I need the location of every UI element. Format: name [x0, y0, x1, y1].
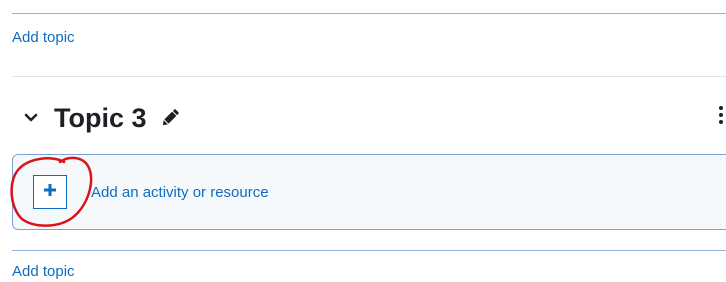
section-divider: [12, 250, 726, 251]
add-activity-button[interactable]: [33, 175, 67, 209]
add-topic-link-top[interactable]: Add topic: [12, 29, 75, 47]
kebab-menu-icon[interactable]: [718, 106, 724, 124]
section-title[interactable]: Topic 3: [54, 102, 147, 134]
section-divider: [12, 13, 726, 14]
red-circle-annotation: [10, 156, 93, 227]
add-topic-link-bottom[interactable]: Add topic: [12, 263, 75, 281]
chevron-down-icon[interactable]: [22, 109, 40, 127]
pencil-icon[interactable]: [159, 107, 181, 129]
section-divider: [12, 76, 726, 77]
activity-chooser-box: Add an activity or resource: [12, 154, 726, 230]
course-page: Add topic Topic 3 Add an activity or res…: [0, 0, 726, 282]
plus-icon: [43, 183, 57, 202]
add-activity-label[interactable]: Add an activity or resource: [91, 184, 269, 202]
section-header: Topic 3: [22, 100, 181, 136]
